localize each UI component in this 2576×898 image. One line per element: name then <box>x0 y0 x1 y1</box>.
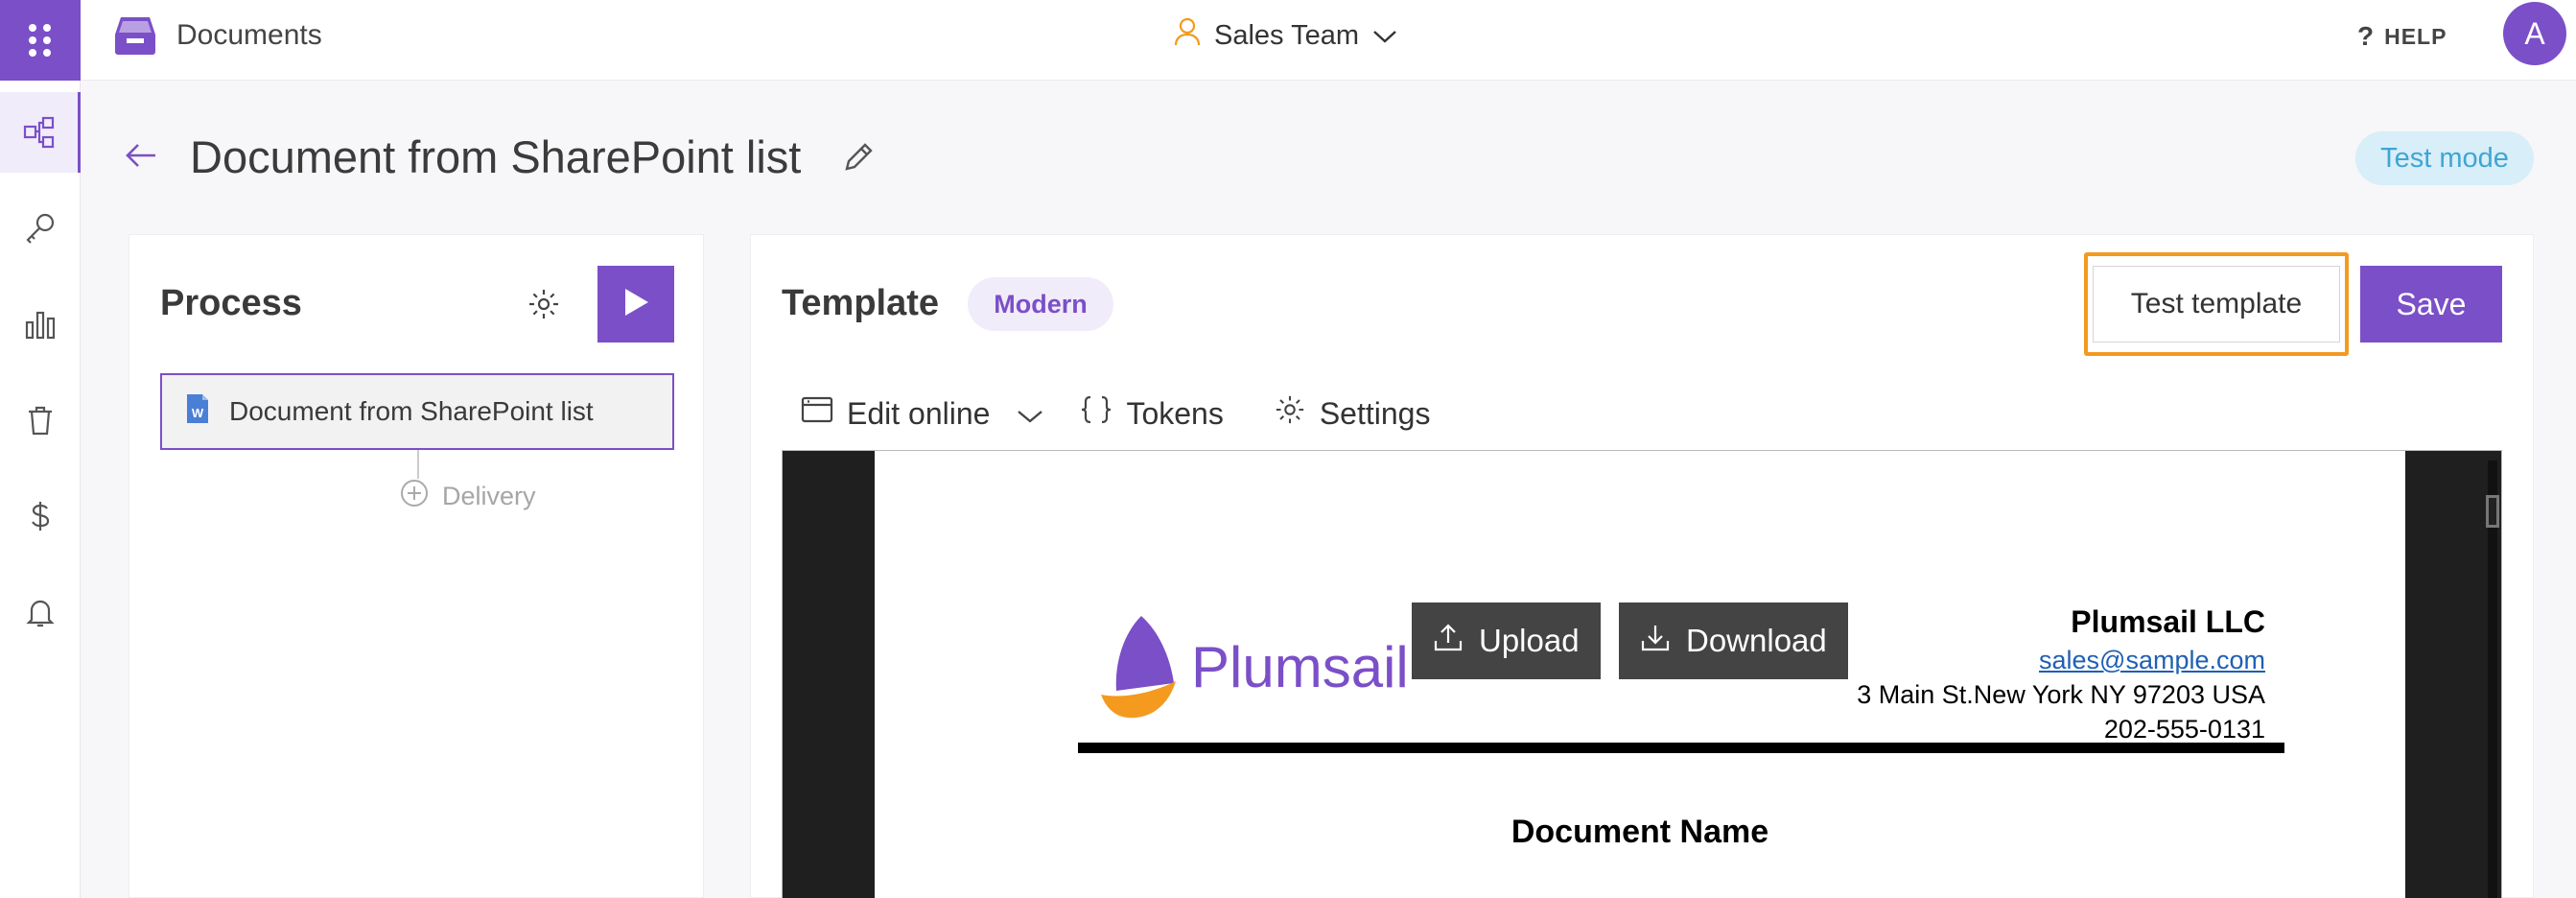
test-template-button[interactable]: Test template <box>2093 266 2340 343</box>
app-title: Documents <box>176 19 322 51</box>
left-rail <box>0 0 81 898</box>
tokens-button[interactable]: Tokens <box>1080 394 1224 433</box>
run-process-button[interactable] <box>597 266 674 343</box>
upload-icon <box>1433 622 1464 660</box>
template-type-badge: Modern <box>968 277 1113 331</box>
top-bar: Documents Sales Team ? HELP A <box>81 0 2576 81</box>
key-icon[interactable] <box>0 188 81 269</box>
svg-text:W: W <box>192 406 204 420</box>
save-button[interactable]: Save <box>2360 266 2502 343</box>
download-button[interactable]: Download <box>1619 603 1848 679</box>
add-delivery-button[interactable]: Delivery <box>400 479 536 514</box>
notifications-icon[interactable] <box>0 572 81 652</box>
download-icon <box>1640 622 1671 660</box>
template-settings-button[interactable]: Settings <box>1274 393 1431 434</box>
company-name: Plumsail LLC <box>2071 604 2265 639</box>
help-label: HELP <box>2384 23 2447 49</box>
add-delivery-label: Delivery <box>442 482 536 510</box>
reports-icon[interactable] <box>0 284 81 365</box>
settings-label: Settings <box>1319 395 1431 431</box>
billing-icon[interactable] <box>0 476 81 556</box>
company-email-link[interactable]: sales@sample.com <box>1857 643 2265 677</box>
chevron-down-icon <box>1017 396 1043 432</box>
company-info: Plumsail LLC sales@sample.com 3 Main St.… <box>1857 601 2265 746</box>
upload-button[interactable]: Upload <box>1412 603 1601 679</box>
template-title: Template <box>782 283 940 323</box>
logo-text: Plumsail <box>1191 634 1409 699</box>
process-step[interactable]: W Document from SharePoint list <box>160 373 674 450</box>
download-label: Download <box>1686 623 1827 658</box>
avatar[interactable]: A <box>2503 2 2566 65</box>
plumsail-logo: Plumsail <box>1095 614 1409 720</box>
apps-menu-icon[interactable] <box>0 0 81 81</box>
process-step-label: Document from SharePoint list <box>229 396 594 426</box>
gear-icon <box>1274 393 1306 434</box>
test-mode-badge[interactable]: Test mode <box>2355 131 2534 185</box>
company-address: 3 Main St.New York NY 97203 USA <box>1857 680 2265 709</box>
back-arrow-icon[interactable] <box>125 142 157 174</box>
team-label: Sales Team <box>1214 19 1359 51</box>
document-page: Plumsail Upload Download Plumsail LLC sa… <box>875 451 2405 898</box>
edit-title-pencil-icon[interactable] <box>842 139 877 178</box>
template-toolbar: Edit online Tokens Settings <box>801 389 1480 438</box>
word-document-icon: W <box>185 392 210 432</box>
process-settings-gear-icon[interactable] <box>527 287 561 326</box>
company-phone: 202-555-0131 <box>2103 715 2265 744</box>
document-name-heading: Document Name <box>1510 814 1769 850</box>
trash-icon[interactable] <box>0 380 81 461</box>
tokens-label: Tokens <box>1126 395 1224 431</box>
play-icon <box>621 287 650 322</box>
browser-window-icon <box>801 395 833 432</box>
documents-app-icon <box>113 15 157 60</box>
user-icon <box>1174 17 1201 54</box>
curly-braces-icon <box>1080 394 1112 433</box>
preview-scroll-handle[interactable] <box>2486 495 2499 528</box>
question-icon: ? <box>2357 21 2376 51</box>
process-title: Process <box>160 283 302 323</box>
chevron-down-icon <box>1372 20 1397 52</box>
process-panel: Process W Document from SharePoint list … <box>129 234 704 898</box>
upload-label: Upload <box>1479 623 1580 658</box>
header-rule <box>1078 743 2284 753</box>
team-selector[interactable]: Sales Team <box>1174 17 1397 54</box>
plus-circle-icon <box>400 479 429 514</box>
step-connector <box>417 450 419 479</box>
template-panel: Template Modern Test template Save Edit … <box>750 234 2534 898</box>
test-template-highlight: Test template <box>2084 252 2349 356</box>
page-title: Document from SharePoint list <box>190 131 802 182</box>
flows-icon[interactable] <box>0 92 81 173</box>
edit-online-label: Edit online <box>847 395 991 431</box>
help-button[interactable]: ? HELP <box>2357 21 2447 52</box>
edit-online-dropdown[interactable] <box>1017 396 1043 432</box>
document-preview[interactable]: Plumsail Upload Download Plumsail LLC sa… <box>782 450 2502 898</box>
edit-online-button[interactable]: Edit online <box>801 395 990 432</box>
